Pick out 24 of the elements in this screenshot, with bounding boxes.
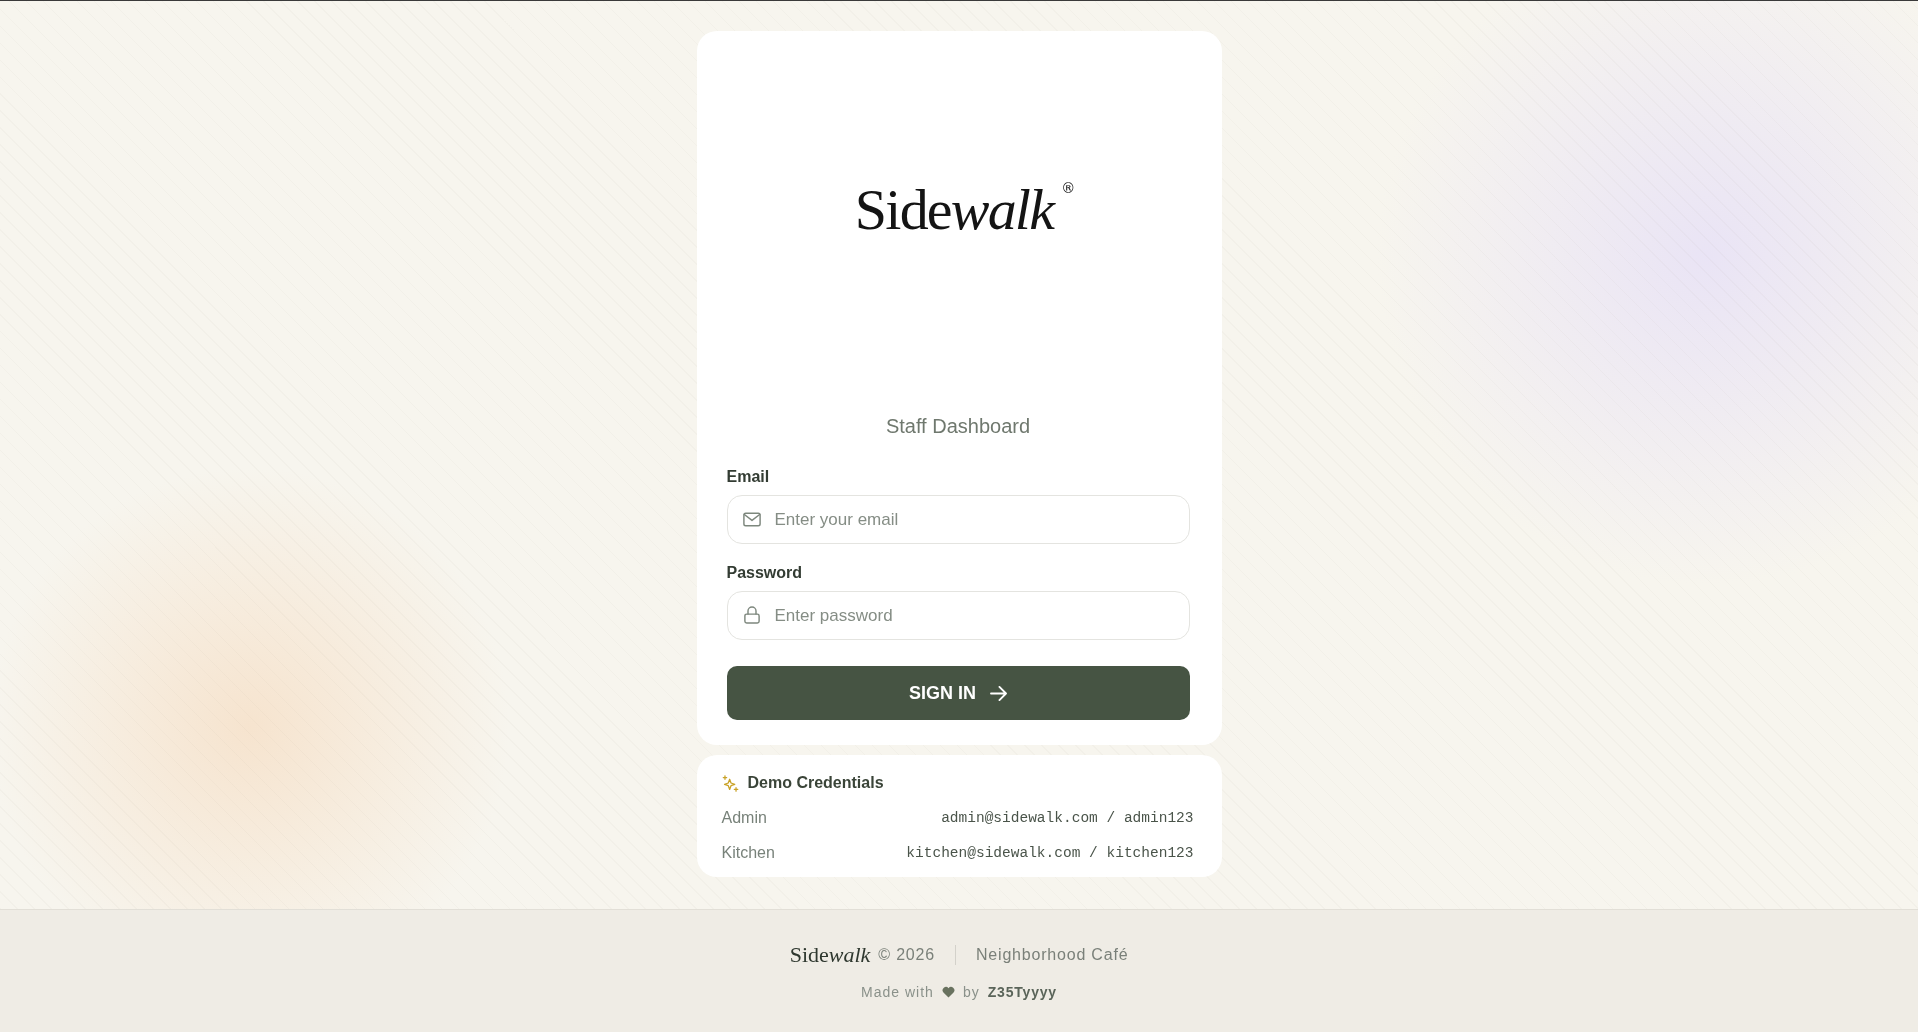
heart-icon [941,986,955,998]
footer-brand: Sidewalk [789,942,871,968]
lock-icon [743,606,760,624]
registered-mark: ® [1061,180,1076,196]
by-text: by [962,984,980,1000]
password-field[interactable]: Enter password [726,591,1190,640]
sparkles-icon [721,774,739,792]
demo-credentials-title: Demo Credentials [747,773,884,793]
made-with-text: Made with [861,984,934,1000]
tagline-text: Neighborhood Café [975,946,1129,964]
email-field[interactable]: Enter your email [726,495,1190,544]
credential-text: kitchen@sidewalk.com / kitchen123 [906,844,1194,863]
logo-wordmark: Sidewalk [854,180,1054,240]
author-name: Z35Tyyyy [987,984,1057,1000]
credential-text: admin@sidewalk.com / admin123 [941,809,1194,828]
credential-role: Kitchen [721,843,775,863]
copyright-text: © 2026 [878,946,935,964]
credential-role: Admin [721,808,767,828]
field-label: Email [726,467,770,487]
field-label: Password [726,563,803,583]
sign-in-button[interactable]: SIGN IN [726,666,1190,720]
subtitle: Staff Dashboard [884,414,1032,439]
mail-icon [742,512,761,527]
arrow-right-icon [990,685,1007,701]
